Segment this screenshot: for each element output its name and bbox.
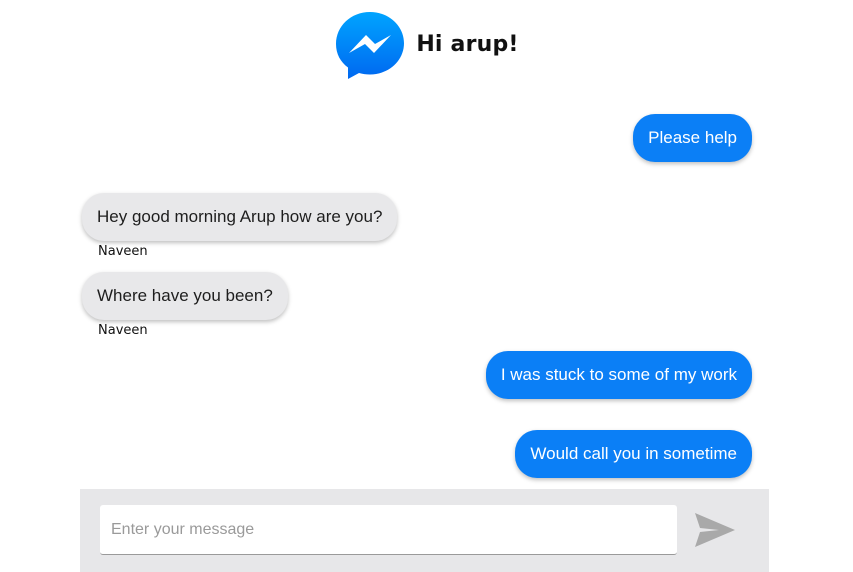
header-content: Hi arup! (334, 10, 518, 80)
message-composer (80, 489, 769, 572)
send-icon (695, 513, 735, 547)
message-input[interactable] (100, 505, 677, 555)
chat-page: Hi arup! Please help Hey good morning Ar… (0, 0, 853, 572)
send-button[interactable] (692, 510, 738, 550)
sent-message: Would call you in sometime (515, 430, 752, 478)
chat-header: Hi arup! (0, 10, 853, 82)
greeting-title: Hi arup! (416, 31, 519, 57)
sent-message: Please help (633, 114, 752, 162)
messenger-logo-icon (336, 12, 405, 79)
received-message: Hey good morning Arup how are you? (82, 193, 398, 241)
sender-name: Naveen (98, 244, 148, 259)
sent-message: I was stuck to some of my work (485, 351, 752, 399)
sender-name: Naveen (98, 323, 148, 338)
received-message: Where have you been? (82, 272, 288, 320)
